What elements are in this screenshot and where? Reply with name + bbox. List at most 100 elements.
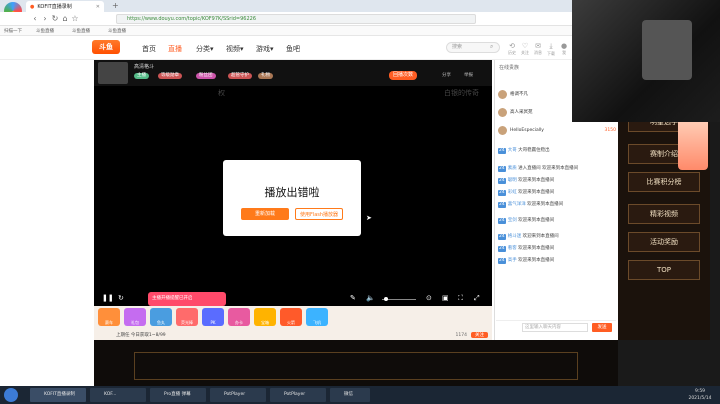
back-icon[interactable]: ‹ <box>30 14 40 24</box>
banner-frame <box>134 352 578 380</box>
bookmark-item[interactable]: 斗鱼直播 <box>36 28 62 34</box>
webcam-overlay <box>572 0 720 122</box>
nav-live[interactable]: 直播 <box>168 44 182 54</box>
room-chip[interactable]: 主播 <box>134 73 149 79</box>
new-tab-button[interactable]: + <box>112 1 119 10</box>
chat-message: 24 高手 欢迎来到本直播间 <box>498 258 555 264</box>
chat-input[interactable]: 这里输入聊天内容 <box>522 323 588 332</box>
page-bottom-banner <box>94 340 618 386</box>
gift-item[interactable]: 礼包 <box>124 308 146 326</box>
room-chip[interactable]: 粉丝团 <box>196 73 216 79</box>
site-logo[interactable]: 斗鱼 <box>92 40 120 54</box>
overlay-text: 权 <box>218 89 225 97</box>
bookmarks-bar: 扫描一下 斗鱼直播 斗鱼直播 斗鱼直播 <box>0 26 572 36</box>
volume-icon[interactable]: 🔈 <box>366 294 375 302</box>
refresh-icon[interactable]: ↻ <box>118 294 124 302</box>
retry-button[interactable]: 重新加载 <box>241 208 289 220</box>
flash-player-button[interactable]: 使用Flash播放器 <box>295 208 343 220</box>
follow-button[interactable]: 关注 <box>471 332 488 338</box>
nav-category[interactable]: 分类▾ <box>196 44 214 54</box>
side-menu-item[interactable]: TOP <box>628 260 700 280</box>
fullscreen-window-icon[interactable]: ⛶ <box>458 294 463 303</box>
volume-handle[interactable] <box>384 297 388 301</box>
stream-ticker: 上期任 今日获取1~8/99 1174 关注 <box>94 330 492 340</box>
taskbar-item[interactable]: KOFIT直播录制 <box>30 388 86 402</box>
chat-message: 24 喜气洋洋 欢迎来到本直播间 <box>498 202 564 208</box>
gift-item[interactable]: PK <box>202 308 224 326</box>
side-menu-item[interactable]: 活动奖励 <box>628 232 700 252</box>
nav-fishbar[interactable]: 鱼吧 <box>286 44 300 54</box>
tab-active[interactable]: ● KOFIT直播录制 ✕ <box>26 1 104 12</box>
promo-sticker[interactable] <box>678 114 708 170</box>
home-icon[interactable]: ⌂ <box>60 14 70 24</box>
bookmark-item[interactable]: 斗鱼直播 <box>72 28 98 34</box>
bookmark-icon[interactable]: ☆ <box>70 14 80 24</box>
history-icon[interactable]: ⟲ 历史 <box>506 42 518 55</box>
streamer-avatar[interactable] <box>98 62 128 84</box>
gift-item[interactable]: 飞机 <box>306 308 328 326</box>
chat-message: 24 聪明 欢迎来到本直播间 <box>498 178 555 184</box>
danmaku-icon[interactable]: ⊙ <box>426 294 432 302</box>
search-icon[interactable]: ⌕ <box>490 43 493 51</box>
screen: ● KOFIT直播录制 ✕ + ‹ › ↻ ⌂ ☆ https://www.do… <box>0 0 720 404</box>
room-chip[interactable]: 等级勋章 <box>158 73 182 79</box>
taskbar-item[interactable]: Pro直播 弹幕 <box>150 388 206 402</box>
chat-message: 24 彩虹 欢迎来到本直播间 <box>498 190 555 196</box>
report-link[interactable]: 举报 <box>464 72 473 78</box>
chat-message: 24 格斗迷 欢迎来到本直播间 <box>498 234 559 240</box>
taskbar-item[interactable]: PotPlayer <box>270 388 326 402</box>
edit-icon[interactable]: ✎ <box>350 294 356 302</box>
start-icon[interactable] <box>4 388 18 402</box>
pause-icon[interactable]: ❚❚ <box>102 294 114 302</box>
download-icon[interactable]: ⤓ 下载 <box>545 42 557 56</box>
stream-reminder-tooltip[interactable]: 主播开播提醒已开启 <box>148 292 226 306</box>
gift-item[interactable]: 办卡 <box>228 308 250 326</box>
picture-in-picture-icon[interactable]: ▣ <box>442 294 449 302</box>
nav-home[interactable]: 首页 <box>142 44 156 54</box>
chat-message: 24 看客 欢迎来到本直播间 <box>498 246 555 252</box>
close-icon[interactable]: ✕ <box>96 4 100 10</box>
fullscreen-icon[interactable]: ⤢ <box>474 294 480 303</box>
rank-title: 在线贵族 <box>499 65 520 71</box>
taskbar-item[interactable]: 微信 <box>330 388 370 402</box>
gift-item[interactable]: 赛车 <box>98 308 120 326</box>
side-menu-item[interactable]: 比赛积分榜 <box>628 172 700 192</box>
nav-video[interactable]: 视频▾ <box>226 44 244 54</box>
bookmark-item[interactable]: 扫描一下 <box>4 28 26 34</box>
taskbar-clock: 9:59 2021/5/14 <box>688 389 712 401</box>
user-icon[interactable]: ● 我 <box>558 42 570 55</box>
message-icon[interactable]: ✉ 消息 <box>532 42 544 55</box>
avatar <box>498 125 507 135</box>
send-button[interactable]: 发送 <box>592 323 612 332</box>
error-dialog: 播放出错啦 重新加载 使用Flash播放器 <box>223 160 361 236</box>
viewer-count: 1174 <box>455 332 467 338</box>
room-chip[interactable]: 超管守护 <box>228 73 252 79</box>
error-title: 播放出错啦 <box>264 186 320 199</box>
bookmark-item[interactable]: 斗鱼直播 <box>108 28 134 34</box>
watch-count-button[interactable]: 回播次数 <box>389 71 418 80</box>
overlay-text: 白银的传奇 <box>444 89 479 97</box>
forward-icon[interactable]: › <box>40 14 50 24</box>
reload-icon[interactable]: ↻ <box>50 14 60 24</box>
chat-message: 24 素质 进入直播间 欢迎来到本直播间 <box>498 166 579 172</box>
share-link[interactable]: 分享 <box>442 72 451 78</box>
gift-item[interactable]: 宝箱 <box>254 308 276 326</box>
tab-favicon-icon: ● <box>30 3 35 10</box>
follow-icon[interactable]: ♡ 关注 <box>519 42 531 55</box>
gift-item[interactable]: 火箭 <box>280 308 302 326</box>
rank-row[interactable]: HelloEspecially 3150 <box>498 124 616 136</box>
taskbar-item[interactable]: KOF... <box>90 388 146 402</box>
room-info-bar: 高清格斗 主播 等级勋章 粉丝团 超管守护 礼物 回播次数 分享 举报 <box>94 60 492 86</box>
chat-message: 24 大哥 大哥稳赢住稳出 <box>498 148 550 154</box>
side-menu-item[interactable]: 精彩视频 <box>628 204 700 224</box>
tab-title: KOFIT直播录制 <box>37 4 72 10</box>
address-bar[interactable]: https://www.douyu.com/topic/KOF97K/SSrid… <box>116 14 476 24</box>
room-chip[interactable]: 礼物 <box>258 73 273 79</box>
gift-item[interactable]: 荧光棒 <box>176 308 198 326</box>
mouse-cursor-icon: ➤ <box>366 214 372 222</box>
chat-input-area: 这里输入聊天内容 发送 <box>496 320 616 340</box>
nav-game[interactable]: 游戏▾ <box>256 44 274 54</box>
taskbar-item[interactable]: PotPlayer <box>210 388 266 402</box>
gift-item[interactable]: 鱼丸 <box>150 308 172 326</box>
camera-equipment <box>642 20 692 80</box>
